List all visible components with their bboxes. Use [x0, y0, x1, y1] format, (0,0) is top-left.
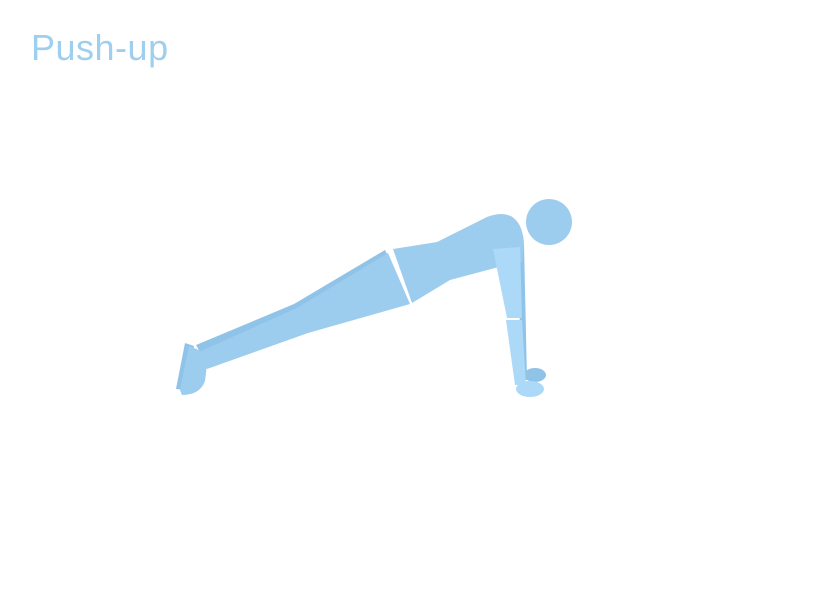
- front-leg: [199, 253, 410, 369]
- front-hand: [516, 381, 544, 397]
- front-upper-arm: [493, 247, 522, 318]
- head: [526, 199, 572, 245]
- pushup-figure: [176, 199, 572, 397]
- back-hand: [524, 368, 546, 382]
